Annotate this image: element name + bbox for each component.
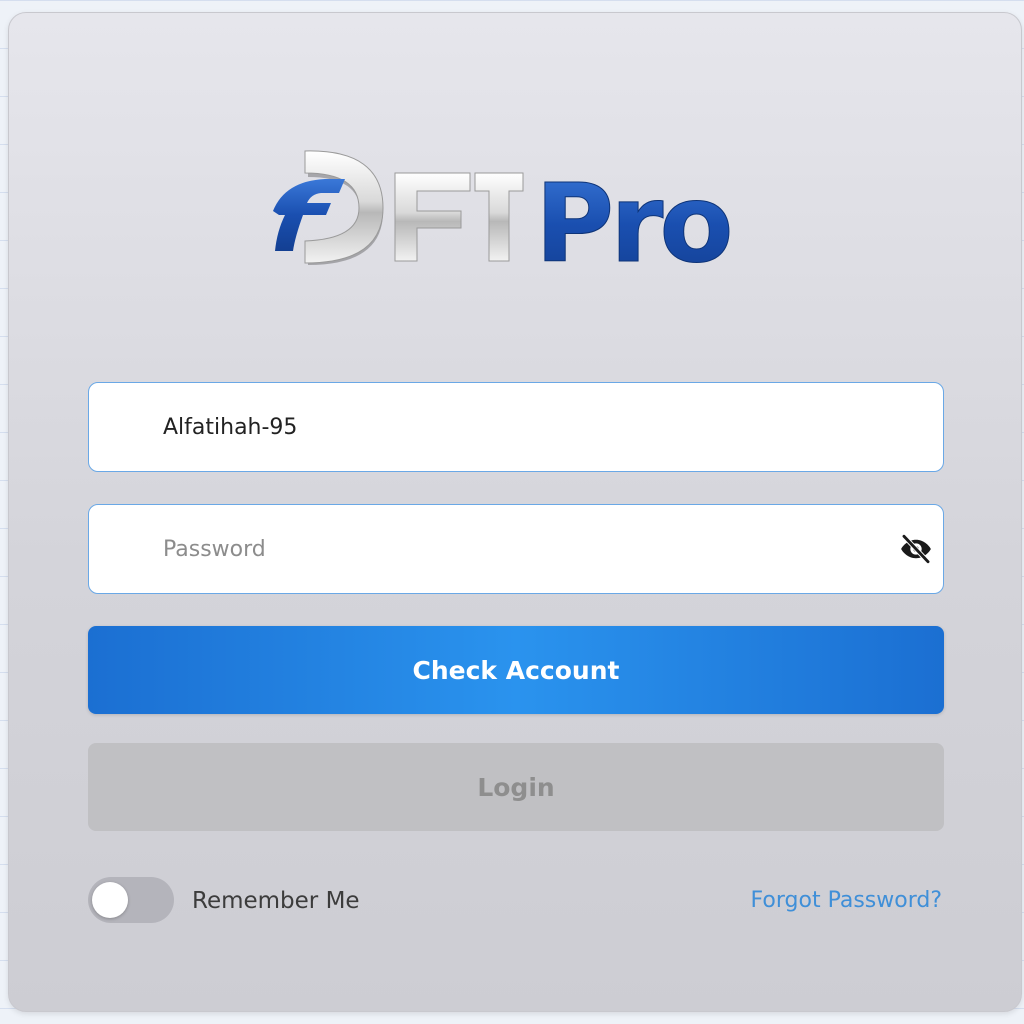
check-account-button[interactable]: Check Account xyxy=(88,626,944,714)
login-button[interactable]: Login xyxy=(88,743,944,831)
toggle-knob xyxy=(92,882,128,918)
login-card: Pro Check Account Login Remember Me Forg… xyxy=(8,12,1022,1012)
username-input[interactable] xyxy=(163,383,863,471)
username-field[interactable] xyxy=(88,382,944,472)
logo-pro-text: Pro xyxy=(535,162,730,283)
password-input[interactable] xyxy=(163,505,863,593)
forgot-password-link[interactable]: Forgot Password? xyxy=(751,887,942,915)
remember-me-label: Remember Me xyxy=(192,888,360,914)
fdft-pro-logo: Pro xyxy=(273,150,734,283)
eye-off-icon[interactable] xyxy=(899,532,933,566)
remember-me-toggle[interactable] xyxy=(88,877,174,923)
password-field[interactable] xyxy=(88,504,944,594)
